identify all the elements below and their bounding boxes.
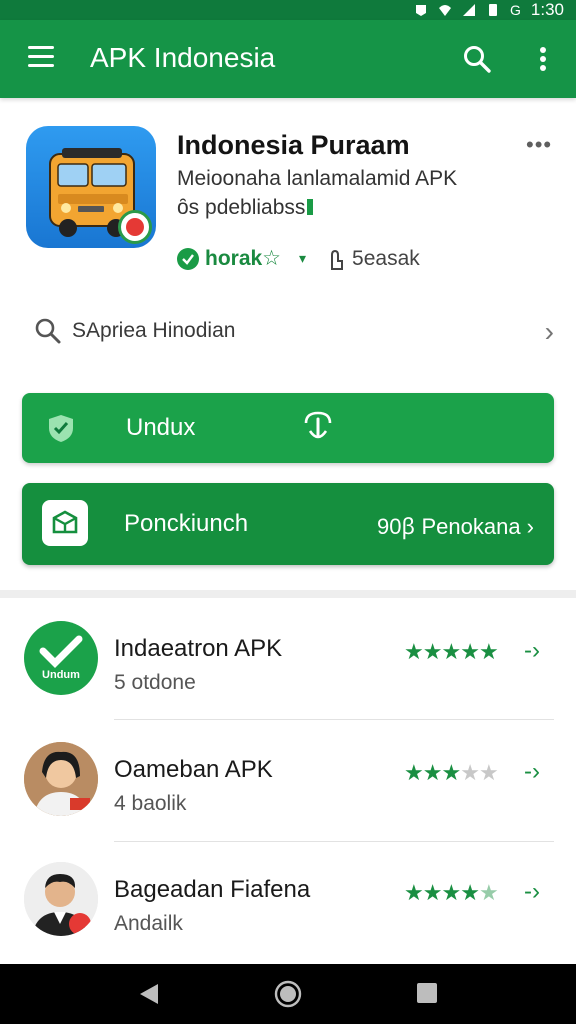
star-icon: ★ [478, 639, 499, 664]
avatar [24, 742, 98, 816]
arrow-right-icon[interactable]: -› [524, 637, 540, 665]
system-nav-bar [0, 964, 576, 1024]
promo-button-label: Ponckiunch [124, 510, 249, 537]
network-type: G [510, 2, 521, 18]
list-divider [114, 719, 554, 720]
search-text: SApriea Hinodian [72, 319, 236, 342]
back-icon[interactable] [138, 982, 160, 1006]
clock: 1:30 [530, 0, 564, 19]
avatar: Undum [24, 621, 98, 695]
app-developer-text: ȏs pdebliabss [177, 196, 306, 219]
menu-icon-line [28, 46, 54, 49]
list-item-name: Oameban APK [114, 756, 273, 783]
app-icon-bus [26, 126, 156, 248]
app-developer: ȏs pdebliabss [177, 196, 314, 220]
list-divider [114, 841, 554, 842]
star-rating: ★★★★★ [404, 880, 499, 906]
menu-button[interactable] [28, 46, 54, 68]
list-item[interactable]: Undum Indaeatron APK 5 otdone ★★★★★ -› [0, 621, 576, 741]
app-subtitle: Meioonaha lanlamalamid APK [177, 167, 458, 190]
menu-icon-line [28, 55, 54, 58]
promo-button-right-text: 90ꞵ Penokana › [377, 514, 534, 539]
home-icon[interactable] [274, 980, 302, 1008]
star-rating: ★★★★★ [404, 760, 499, 786]
more-vert-icon[interactable] [533, 44, 553, 74]
chevron-right-icon[interactable]: › [545, 316, 554, 348]
app-bar: APK Indonesia [0, 20, 576, 98]
wifi-icon [439, 5, 452, 16]
dropdown-arrow-icon[interactable]: ▾ [299, 250, 306, 267]
developer-marker [307, 199, 314, 215]
screen: G 1:30 APK Indonesia Indonesia Puraam ••… [0, 0, 576, 1024]
avatar-label: Undum [42, 669, 80, 681]
notification-icon [416, 5, 427, 16]
list-item-sub: 5 otdone [114, 671, 196, 694]
package-icon [42, 500, 88, 546]
star-icon: ★ [478, 880, 499, 905]
download-hand-icon [331, 249, 344, 270]
section-divider [0, 590, 576, 598]
promo-button[interactable]: Ponckiunch 90ꞵ Penokana › [22, 483, 554, 565]
avatar [24, 862, 98, 936]
search-icon[interactable] [462, 44, 492, 74]
star-icon: ★ [422, 760, 443, 785]
star-icon: ★ [460, 880, 480, 905]
arrow-right-icon[interactable]: -› [524, 758, 540, 786]
app-badge [118, 210, 152, 244]
shield-icon [49, 415, 73, 442]
list-item-name: Indaeatron APK [114, 635, 283, 662]
recents-icon[interactable] [416, 982, 438, 1004]
star-icon: ★ [404, 880, 424, 905]
search-row[interactable]: SApriea Hinodian › [34, 312, 554, 350]
app-title: Indonesia Puraam [177, 130, 410, 160]
list-item-name: Bageadan Fiafena [114, 876, 311, 903]
star-icon: ★ [404, 760, 424, 785]
list-item-sub: 4 baolik [114, 792, 187, 815]
arrow-right-icon[interactable]: -› [524, 878, 540, 906]
menu-icon-line [28, 64, 54, 67]
badge-dot [126, 218, 144, 236]
star-icon: ★ [422, 880, 443, 905]
star-icon: ★ [441, 880, 461, 905]
signal-icon [463, 4, 476, 16]
app-bar-title: APK Indonesia [90, 42, 276, 73]
search-icon [35, 318, 61, 344]
star-rating: ★★★★★ [404, 639, 499, 665]
install-button-label: Undux [126, 414, 196, 441]
list-item[interactable]: Oameban APK 4 baolik ★★★★★ -› [0, 742, 576, 862]
list-item-sub: Andailk [114, 912, 183, 935]
battery-icon [489, 4, 498, 16]
rating-text: horak☆ [205, 247, 282, 270]
star-icon: ★ [460, 639, 480, 664]
app-meta-row: horak☆ ▾ 5easak [177, 246, 420, 271]
star-icon: ★ [404, 639, 424, 664]
star-icon: ★ [422, 639, 443, 664]
star-icon: ★ [441, 760, 461, 785]
downloads-text: 5easak [352, 246, 420, 270]
status-bar: G 1:30 [0, 0, 576, 20]
install-button[interactable]: Undux [22, 393, 554, 463]
star-icon: ★ [441, 639, 461, 664]
touch-icon [304, 411, 332, 439]
app-overflow-menu[interactable]: ••• [526, 132, 552, 158]
check-icon [39, 635, 83, 668]
star-icon: ★ [478, 760, 499, 785]
star-icon: ★ [460, 760, 480, 785]
verified-icon [177, 247, 199, 270]
